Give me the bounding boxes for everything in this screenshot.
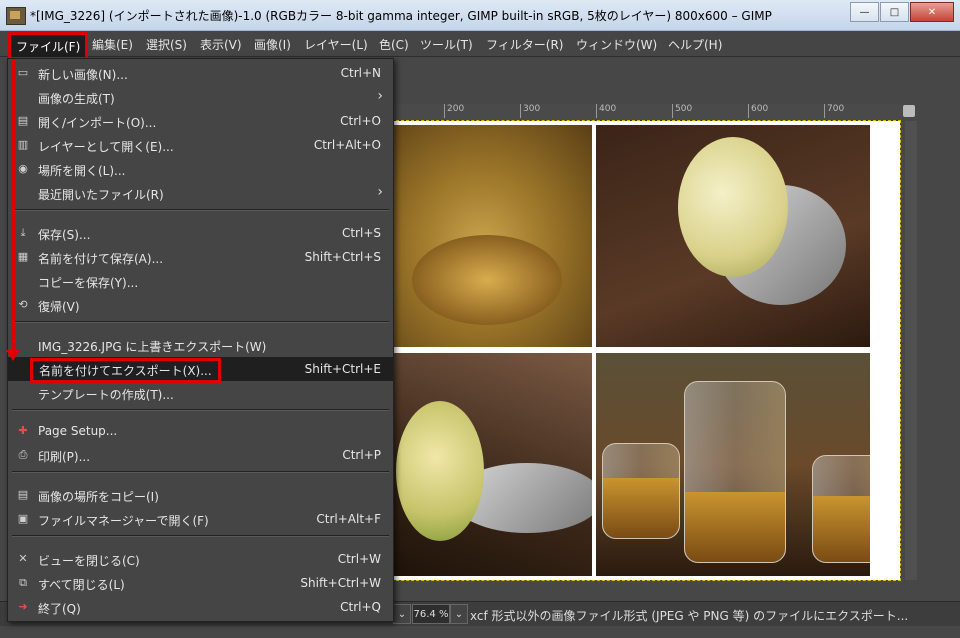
menu-item-open-location[interactable]: ◉ 場所を開く(L)... [8,157,393,181]
revert-icon: ⟲ [18,298,28,311]
menu-layer[interactable]: レイヤー(L) [304,36,368,53]
small-jar-left [602,443,680,539]
ruler-tick: 600 [748,104,768,118]
close-view-icon: ✕ [18,552,28,565]
fruit-half [396,401,484,541]
menu-edit[interactable]: 編集(E) [92,36,133,53]
globe-icon: ◉ [18,162,28,175]
window-title: *[IMG_3226] (インポートされた画像)-1.0 (RGBカラー 8-b… [30,9,772,23]
menu-item-recent[interactable]: 最近開いたファイル(R) › [8,181,393,205]
menu-tools[interactable]: ツール(T) [420,36,473,53]
menu-item-open[interactable]: ▤ 開く/インポート(O)... Ctrl+O [8,109,393,133]
maximize-button[interactable]: □ [880,2,909,22]
menu-item-file-manager[interactable]: ▣ ファイルマネージャーで開く(F) Ctrl+Alt+F [8,507,393,531]
menu-item-copy-location[interactable]: ▤ 画像の場所をコピー(I) [8,483,393,507]
menu-separator [12,321,389,323]
menu-item-open-as-layers[interactable]: ▥ レイヤーとして開く(E)... Ctrl+Alt+O [8,133,393,157]
save-as-icon: ▦ [17,250,29,263]
file-menu: ▭ 新しい画像(N)... Ctrl+N 画像の生成(T) › ▤ 開く/インポ… [7,58,394,622]
printer-icon: ⎙ [18,448,28,461]
photo-fruit-half [392,353,592,576]
file-manager-icon: ▣ [17,512,29,525]
menu-select[interactable]: 選択(S) [146,36,187,53]
minimize-button[interactable]: — [850,2,879,22]
photo-jam-bowl [392,125,592,347]
large-jar [684,381,786,563]
jam-blob [412,235,562,325]
page-setup-icon: ✚ [18,424,28,437]
menu-item-create[interactable]: 画像の生成(T) › [8,85,393,109]
menu-help[interactable]: ヘルプ(H) [668,36,722,53]
menu-item-create-template[interactable]: テンプレートの作成(T)... [8,381,393,405]
submenu-arrow-icon: › [377,88,383,104]
zoom-navigate-icon[interactable] [903,105,915,117]
fruit-piece [678,137,788,277]
open-folder-icon: ▤ [17,114,29,127]
save-icon: ⤓ [20,226,26,239]
photo-jam-jars [596,353,870,576]
menu-image[interactable]: 画像(I) [254,36,291,53]
menu-separator [12,535,389,537]
close-all-icon: ⧉ [19,576,27,589]
menu-view[interactable]: 表示(V) [200,36,242,53]
menu-item-revert[interactable]: ⟲ 復帰(V) [8,293,393,317]
menu-item-new[interactable]: ▭ 新しい画像(N)... Ctrl+N [8,61,393,85]
ruler-tick: 300 [520,104,540,118]
unit-dropdown[interactable]: ⌄ [393,604,411,624]
ruler-tick: 400 [596,104,616,118]
annotation-arrow-head [6,350,20,361]
annotation-arrow-line [12,59,15,353]
horizontal-ruler[interactable]: 200 300 400 500 600 700 [392,104,902,121]
menu-item-quit[interactable]: ➜ 終了(Q) Ctrl+Q [8,595,393,619]
photo-fruit-spoon [596,125,870,347]
menu-item-export-as[interactable]: 名前を付けてエクスポート(X)... Shift+Ctrl+E [8,357,393,383]
gimp-app-icon [6,7,26,25]
submenu-arrow-icon: › [377,184,383,200]
menu-separator [12,471,389,473]
image-canvas[interactable] [391,120,901,581]
zoom-level[interactable]: 76.4 % [412,604,450,624]
menu-separator [12,209,389,211]
zoom-dropdown[interactable]: ⌄ [450,604,468,624]
menu-item-save-as[interactable]: ▦ 名前を付けて保存(A)... Shift+Ctrl+S [8,245,393,269]
ruler-tick: 700 [824,104,844,118]
open-layers-icon: ▥ [17,138,29,151]
small-jar-right [812,455,870,563]
menubar: ファイル(F) 編集(E) 選択(S) 表示(V) 画像(I) レイヤー(L) … [0,31,960,61]
menu-item-overwrite[interactable]: IMG_3226.JPG に上書きエクスポート(W) [8,333,393,357]
ruler-tick: 200 [444,104,464,118]
menu-windows[interactable]: ウィンドウ(W) [576,36,657,53]
menu-item-close-view[interactable]: ✕ ビューを閉じる(C) Ctrl+W [8,547,393,571]
menu-filters[interactable]: フィルター(R) [486,36,563,53]
copy-location-icon: ▤ [17,488,29,501]
close-button[interactable]: ✕ [910,2,954,22]
vertical-scrollbar[interactable] [905,121,917,580]
new-image-icon: ▭ [17,66,29,79]
quit-icon: ➜ [18,600,28,613]
menu-item-page-setup[interactable]: ✚ Page Setup... [8,419,393,443]
menu-item-print[interactable]: ⎙ 印刷(P)... Ctrl+P [8,443,393,467]
menu-colors[interactable]: 色(C) [379,36,409,53]
status-message: xcf 形式以外の画像ファイル形式 (JPEG や PNG 等) のファイルにエ… [470,609,909,623]
menu-item-save[interactable]: ⤓ 保存(S)... Ctrl+S [8,221,393,245]
menu-item-close-all[interactable]: ⧉ すべて閉じる(L) Shift+Ctrl+W [8,571,393,595]
menu-separator [12,409,389,411]
window-controls: — □ ✕ [850,2,954,22]
ruler-tick: 500 [672,104,692,118]
menu-item-save-copy[interactable]: コピーを保存(Y)... [8,269,393,293]
window-titlebar: *[IMG_3226] (インポートされた画像)-1.0 (RGBカラー 8-b… [0,0,960,31]
